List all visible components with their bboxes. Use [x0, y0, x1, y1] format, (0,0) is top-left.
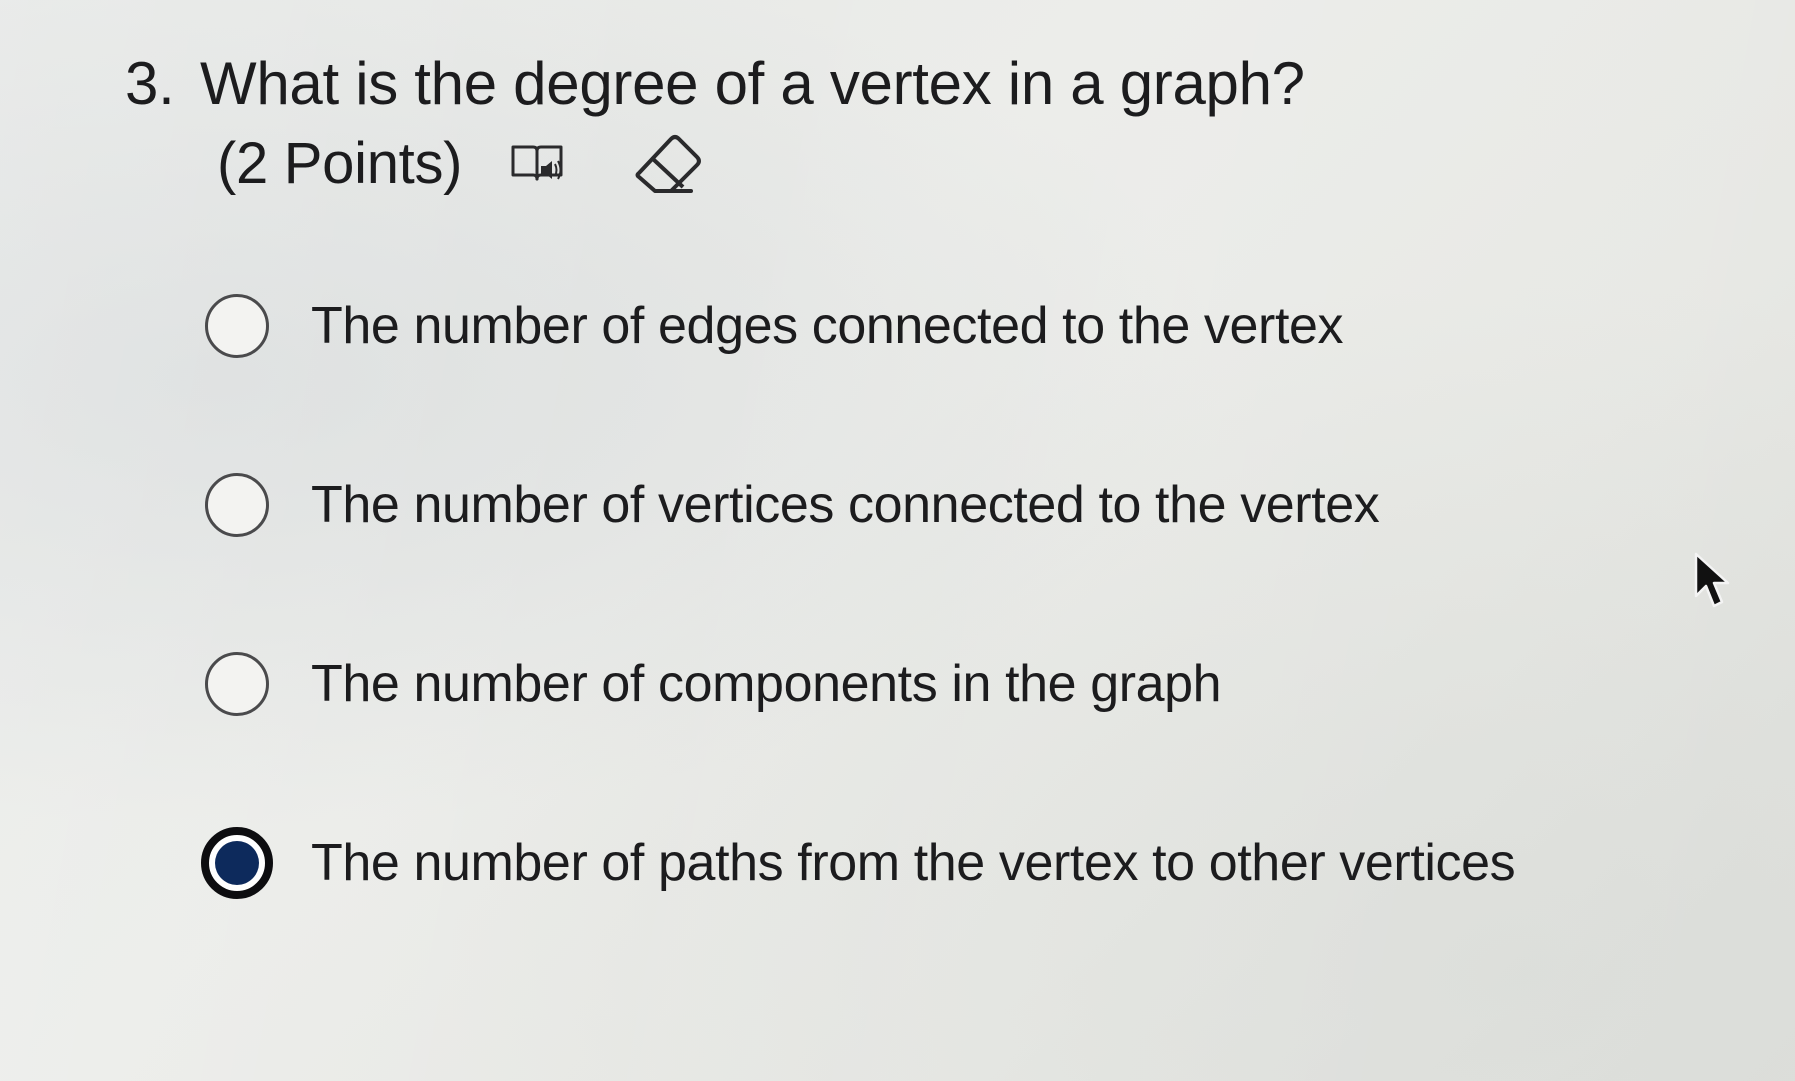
eraser-icon[interactable]: [627, 129, 707, 199]
question-text: What is the degree of a vertex in a grap…: [200, 50, 1305, 117]
mouse-pointer-icon: [1693, 552, 1733, 612]
option-3-label: The number of components in the graph: [311, 655, 1222, 713]
option-4-label: The number of paths from the vertex to o…: [311, 834, 1516, 892]
option-3-radio[interactable]: [205, 652, 269, 716]
question-number: 3.: [125, 50, 175, 117]
question-block: 3. What is the degree of a vertex in a g…: [125, 48, 1625, 200]
option-4[interactable]: The number of paths from the vertex to o…: [201, 823, 1516, 903]
option-2[interactable]: The number of vertices connected to the …: [205, 465, 1515, 545]
option-2-label: The number of vertices connected to the …: [311, 476, 1380, 534]
question-points: (2 Points): [217, 131, 463, 196]
option-1-radio[interactable]: [205, 294, 269, 358]
option-2-radio[interactable]: [205, 473, 269, 537]
points-row: (2 Points): [217, 128, 1625, 200]
question-title: 3. What is the degree of a vertex in a g…: [125, 48, 1625, 120]
option-4-radio[interactable]: [201, 827, 273, 899]
answer-options: The number of edges connected to the ver…: [201, 286, 1516, 903]
option-1-label: The number of edges connected to the ver…: [311, 297, 1344, 355]
option-3[interactable]: The number of components in the graph: [205, 644, 1515, 724]
option-1[interactable]: The number of edges connected to the ver…: [205, 286, 1515, 366]
immersive-reader-icon[interactable]: [507, 139, 567, 189]
